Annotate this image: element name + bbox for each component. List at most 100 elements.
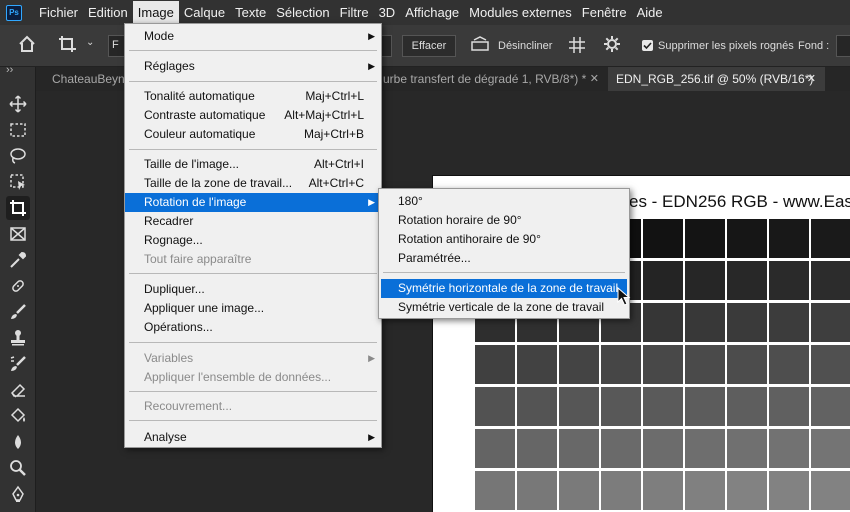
straighten-icon[interactable] — [470, 36, 490, 57]
fond-dropdown[interactable] — [836, 35, 850, 57]
gray-swatch — [643, 387, 683, 426]
frame-icon[interactable] — [6, 222, 30, 246]
menu-item-tout-faire[interactable]: Tout faire apparaître — [125, 250, 381, 269]
submenu-arrow-icon: ▶ — [368, 197, 375, 207]
tab-courbe-transfert-label: urbe transfert de dégradé 1, RVB/8*) * — [383, 72, 587, 86]
lasso-icon[interactable] — [6, 144, 30, 168]
close-icon[interactable]: ✕ — [807, 67, 816, 91]
gray-swatch — [517, 387, 557, 426]
menu-item-mode[interactable]: Mode ▶ — [125, 27, 381, 46]
menu-item-variables[interactable]: Variables ▶ — [125, 349, 381, 368]
effacer-button[interactable]: Effacer — [402, 35, 456, 57]
submenu-item-symetrie-horizontale[interactable]: Symétrie horizontale de la zone de trava… — [381, 279, 627, 298]
menu-item-couleur[interactable]: Couleur automatique Maj+Ctrl+B — [125, 125, 381, 144]
move-icon[interactable] — [6, 92, 30, 116]
gray-swatch — [475, 471, 515, 510]
menu-item-appliquer-image[interactable]: Appliquer une image... — [125, 299, 381, 318]
eyedropper-icon[interactable] — [6, 248, 30, 272]
tab-edn-rgb-256[interactable]: EDN_RGB_256.tif @ 50% (RVB/16*) ✕ — [608, 67, 825, 91]
menu-modules-externes[interactable]: Modules externes — [464, 1, 577, 24]
menu-image[interactable]: Image — [132, 1, 179, 24]
gray-swatch — [811, 387, 850, 426]
menu-aide[interactable]: Aide — [632, 1, 668, 24]
gray-swatch — [643, 345, 683, 384]
menu-selection[interactable]: Sélection — [271, 1, 334, 24]
menu-separator — [129, 342, 377, 343]
supprimer-checkbox[interactable] — [642, 40, 653, 51]
marquee-icon[interactable] — [6, 118, 30, 142]
object-select-icon[interactable] — [6, 170, 30, 194]
chevron-down-icon[interactable]: ⌄ — [86, 37, 94, 48]
submenu-item-180[interactable]: 180° — [379, 192, 629, 211]
menu-calque[interactable]: Calque — [179, 1, 230, 24]
checkmark-icon — [643, 42, 652, 50]
dodge-icon[interactable] — [6, 456, 30, 480]
submenu-item-symetrie-horizontale-label: Symétrie horizontale de la zone de trava… — [398, 281, 619, 295]
gray-swatch — [643, 471, 683, 510]
menu-3d[interactable]: 3D — [374, 1, 401, 24]
menu-item-rognage[interactable]: Rognage... — [125, 231, 381, 250]
close-icon[interactable]: ✕ — [590, 67, 599, 91]
menu-fichier[interactable]: Fichier — [34, 1, 83, 24]
menu-item-recadrer[interactable]: Recadrer — [125, 212, 381, 231]
menu-filtre[interactable]: Filtre — [335, 1, 374, 24]
menu-item-tonalite[interactable]: Tonalité automatique Maj+Ctrl+L — [125, 87, 381, 106]
brush-icon[interactable] — [6, 300, 30, 324]
gray-swatch — [601, 387, 641, 426]
ratio-dropdown[interactable]: F — [108, 35, 124, 57]
menu-affichage[interactable]: Affichage — [400, 1, 464, 24]
menu-texte[interactable]: Texte — [230, 1, 271, 24]
fond-label: Fond : — [798, 40, 830, 52]
gray-swatch — [517, 429, 557, 468]
menu-item-couleur-label: Couleur automatique — [144, 127, 256, 141]
menu-item-dupliquer[interactable]: Dupliquer... — [125, 280, 381, 299]
menu-separator — [129, 81, 377, 82]
gray-swatch — [769, 219, 809, 258]
submenu-item-rotation-antihoraire[interactable]: Rotation antihoraire de 90° — [379, 230, 629, 249]
menu-item-taille-zone-label: Taille de la zone de travail... — [144, 176, 293, 190]
menu-item-analyse[interactable]: Analyse ▶ — [125, 428, 381, 447]
collapse-toolbar-icon[interactable]: ›› — [6, 64, 13, 76]
menu-edition[interactable]: Edition — [83, 1, 133, 24]
menu-item-tonalite-label: Tonalité automatique — [144, 89, 255, 103]
menu-separator — [383, 272, 625, 273]
history-brush-icon[interactable] — [6, 352, 30, 376]
gear-icon[interactable] — [603, 35, 621, 58]
crop-tool-icon[interactable] — [58, 35, 78, 58]
desincliner-button[interactable]: Désincliner — [498, 40, 552, 52]
grid-overlay-icon[interactable] — [568, 36, 586, 59]
menu-item-operations[interactable]: Opérations... — [125, 318, 381, 337]
home-icon[interactable] — [18, 35, 36, 58]
blur-icon[interactable] — [6, 430, 30, 454]
crop-icon[interactable] — [6, 196, 30, 220]
menu-item-recouvrement[interactable]: Recouvrement... — [125, 397, 381, 416]
submenu-item-parametree-label: Paramétrée... — [398, 251, 471, 265]
healing-icon[interactable] — [6, 274, 30, 298]
menu-item-rotation[interactable]: Rotation de l'image ▶ — [125, 193, 381, 212]
gray-swatch — [727, 345, 767, 384]
menu-item-contraste[interactable]: Contraste automatique Alt+Maj+Ctrl+L — [125, 106, 381, 125]
menu-item-appliquer-ensemble[interactable]: Appliquer l'ensemble de données... — [125, 368, 381, 387]
shortcut-text: Maj+Ctrl+B — [303, 127, 364, 141]
paint-bucket-icon[interactable] — [6, 404, 30, 428]
tab-chateaubeyne[interactable]: ChateauBeyne — [44, 67, 128, 91]
gray-swatch — [559, 345, 599, 384]
stamp-icon[interactable] — [6, 326, 30, 350]
menu-item-taille-zone[interactable]: Taille de la zone de travail... Alt+Ctrl… — [125, 174, 381, 193]
menu-item-operations-label: Opérations... — [144, 320, 213, 334]
pen-icon[interactable] — [6, 482, 30, 506]
eraser-icon[interactable] — [6, 378, 30, 402]
gray-swatch — [475, 429, 515, 468]
submenu-item-parametree[interactable]: Paramétrée... — [379, 249, 629, 268]
menu-item-taille-image-label: Taille de l'image... — [144, 157, 240, 171]
gray-swatch — [811, 471, 850, 510]
submenu-item-rotation-horaire[interactable]: Rotation horaire de 90° — [379, 211, 629, 230]
gray-swatch — [559, 471, 599, 510]
gray-swatch — [601, 471, 641, 510]
menu-fenetre[interactable]: Fenêtre — [577, 1, 632, 24]
gray-swatch — [769, 387, 809, 426]
submenu-item-symetrie-verticale[interactable]: Symétrie verticale de la zone de travail — [379, 298, 629, 317]
tab-courbe-transfert[interactable]: urbe transfert de dégradé 1, RVB/8*) * ✕ — [383, 67, 607, 91]
menu-item-taille-image[interactable]: Taille de l'image... Alt+Ctrl+I — [125, 155, 381, 174]
menu-item-reglages[interactable]: Réglages ▶ — [125, 57, 381, 76]
